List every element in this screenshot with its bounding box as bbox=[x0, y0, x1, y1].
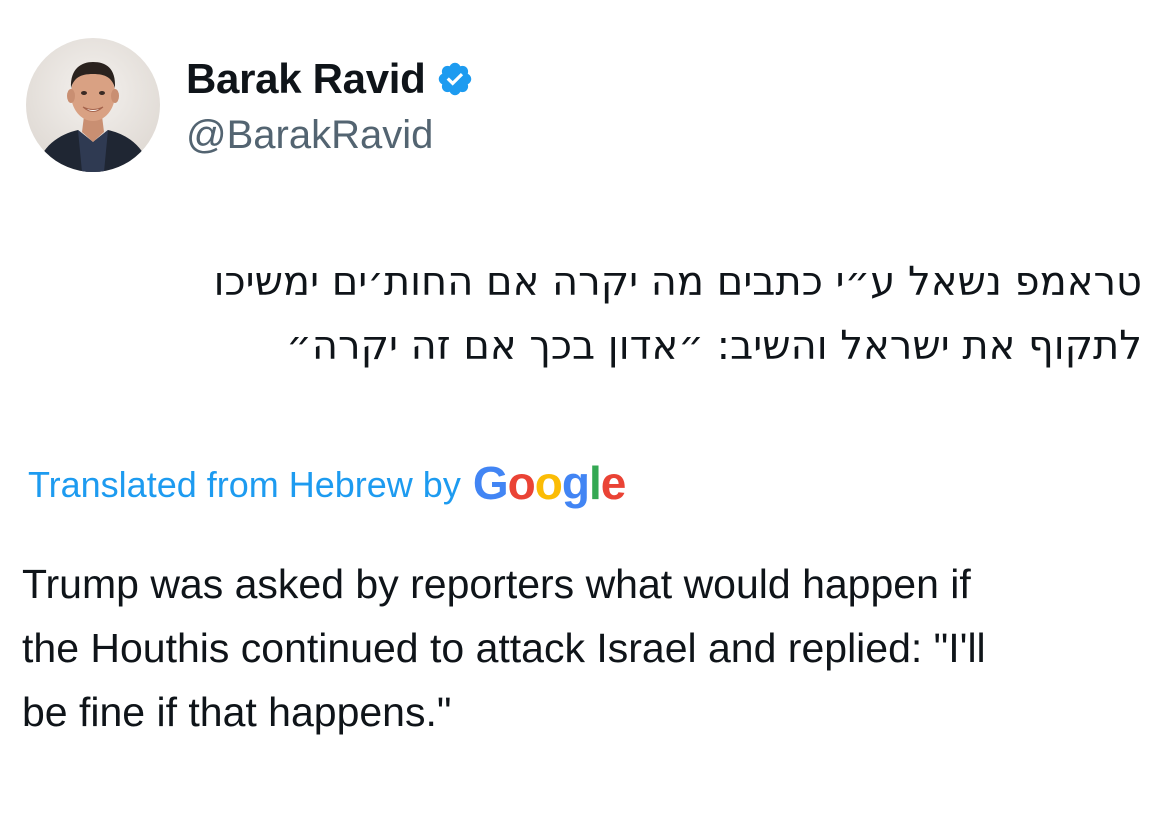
display-name[interactable]: Barak Ravid bbox=[186, 55, 426, 103]
tweet-original-text: טראמפ נשאל ע״י כתבים מה יקרה אם החות׳ים … bbox=[42, 250, 1142, 378]
tweet-header: Barak Ravid @BarakRavid bbox=[26, 38, 474, 172]
translation-attribution: Translated from Hebrew by G o o g l e bbox=[28, 455, 627, 515]
author-handle[interactable]: @BarakRavid bbox=[186, 113, 474, 158]
name-row: Barak Ravid bbox=[186, 53, 474, 105]
avatar-photo-icon bbox=[26, 38, 160, 172]
google-logo-letter: G bbox=[472, 457, 509, 509]
google-logo-letter: e bbox=[600, 457, 627, 509]
google-logo-letter: g bbox=[561, 457, 590, 509]
original-line: לתקוף את ישראל והשיב: ״אדון בכך אם זה יק… bbox=[286, 323, 1142, 369]
translated-from-link[interactable]: Translated from Hebrew by bbox=[28, 464, 461, 506]
avatar[interactable] bbox=[26, 38, 160, 172]
original-line: טראמפ נשאל ע״י כתבים מה יקרה אם החות׳ים … bbox=[213, 259, 1142, 305]
google-logo: G o o g l e bbox=[472, 456, 627, 510]
author-info: Barak Ravid @BarakRavid bbox=[186, 53, 474, 158]
google-logo-letter: o bbox=[507, 457, 536, 509]
verified-badge-icon[interactable] bbox=[436, 60, 474, 98]
google-logo-letter: o bbox=[534, 457, 563, 509]
google-logo-letter: l bbox=[588, 457, 602, 509]
tweet-card: Barak Ravid @BarakRavid טראמפ נשאל ע״י כ… bbox=[0, 0, 1170, 814]
tweet-translation-text: Trump was asked by reporters what would … bbox=[22, 561, 986, 735]
